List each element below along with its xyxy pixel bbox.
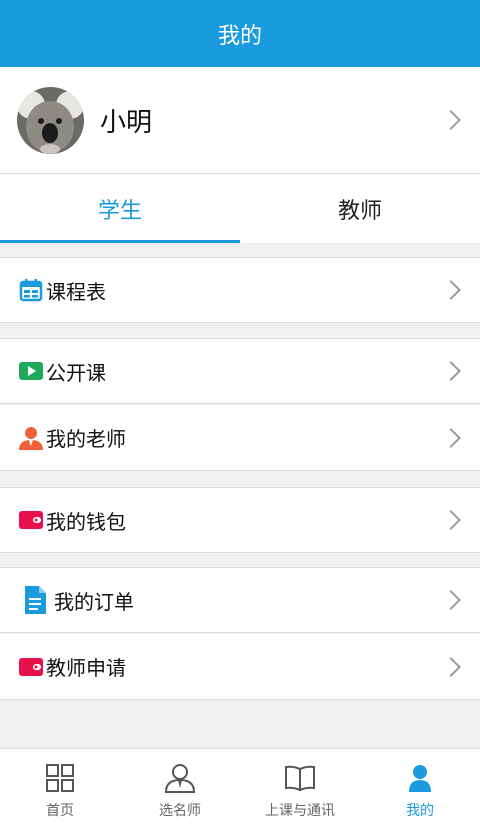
nav-class-comm[interactable]: 上课与通讯: [240, 749, 360, 832]
chevron-right-icon: [441, 361, 461, 381]
menu-item-label: 课程表: [46, 279, 106, 304]
chevron-right-icon: [441, 590, 461, 610]
profile-card[interactable]: 小明: [0, 67, 480, 174]
wallet-icon: [18, 654, 44, 680]
play-icon: [18, 358, 44, 384]
menu-item-my-teacher[interactable]: 我的老师: [0, 405, 480, 471]
user-icon: [404, 762, 436, 794]
person-icon: [18, 425, 44, 451]
role-tabs: 学生 教师: [0, 174, 480, 243]
tab-teacher-label: 教师: [337, 198, 382, 224]
document-icon: [22, 586, 48, 614]
menu-item-label: 公开课: [46, 360, 106, 385]
grid-icon: [44, 762, 76, 794]
tab-teacher[interactable]: 教师: [240, 174, 480, 243]
menu-item-orders[interactable]: 我的订单: [0, 567, 480, 633]
page-title: 我的: [217, 23, 262, 49]
tab-student-label: 学生: [97, 198, 142, 224]
nav-label: 我的: [406, 802, 434, 819]
bottom-nav: 首页 选名师 上课与通讯 我的: [0, 748, 480, 832]
avatar: [17, 86, 84, 154]
chevron-right-icon: [441, 280, 461, 300]
app-header: 我的: [0, 0, 480, 67]
profile-name: 小明: [100, 107, 153, 138]
nav-home[interactable]: 首页: [0, 749, 120, 832]
nav-label: 首页: [46, 802, 74, 819]
calendar-icon: [18, 277, 44, 303]
menu-item-wallet[interactable]: 我的钱包: [0, 487, 480, 553]
book-icon: [284, 762, 316, 794]
menu-item-teacher-apply[interactable]: 教师申请: [0, 634, 480, 700]
chevron-right-icon: [441, 510, 461, 530]
menu-item-label: 我的钱包: [46, 509, 126, 534]
chevron-right-icon: [441, 427, 461, 448]
nav-label: 上课与通讯: [265, 802, 335, 819]
nav-select-teacher[interactable]: 选名师: [120, 749, 240, 832]
menu-item-open-course[interactable]: 公开课: [0, 338, 480, 404]
chevron-right-icon: [441, 656, 461, 677]
chevron-right-icon: [441, 110, 461, 130]
wallet-icon: [18, 507, 44, 533]
teacher-icon: [164, 762, 196, 794]
nav-mine[interactable]: 我的: [360, 749, 480, 832]
menu-item-label: 我的订单: [54, 589, 134, 614]
menu-item-schedule[interactable]: 课程表: [0, 257, 480, 323]
menu-item-label: 教师申请: [46, 656, 126, 680]
tab-student[interactable]: 学生: [0, 174, 240, 243]
menu-item-label: 我的老师: [46, 427, 126, 451]
nav-label: 选名师: [159, 802, 201, 819]
